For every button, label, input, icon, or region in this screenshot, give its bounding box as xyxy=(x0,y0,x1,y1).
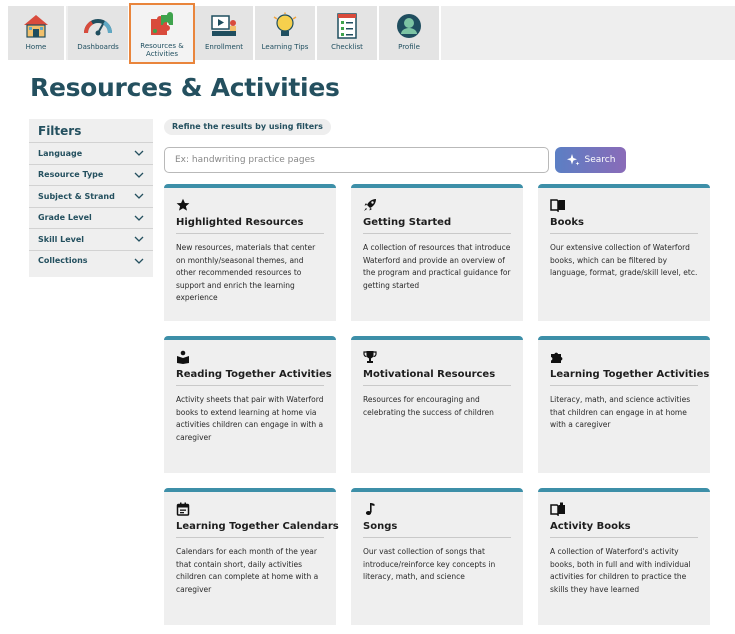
nav-item-enrollment[interactable]: Enrollment xyxy=(195,6,255,60)
filter-language[interactable]: Language xyxy=(29,142,153,164)
search-button-label: Search xyxy=(584,155,616,165)
nav-item-home[interactable]: Home xyxy=(8,6,66,60)
filter-label: Skill Level xyxy=(38,234,84,244)
filter-resource-type[interactable]: Resource Type xyxy=(29,163,153,186)
chevron-down-icon xyxy=(134,215,144,221)
card-motivational-resources[interactable]: Motivational Resources Resources for enc… xyxy=(351,336,523,473)
filters-panel: Filters Language Resource Type Subject &… xyxy=(29,119,153,277)
lightbulb-icon xyxy=(269,11,301,41)
nav-label: Profile xyxy=(398,43,420,51)
filter-subject-strand[interactable]: Subject & Strand xyxy=(29,185,153,207)
nav-item-learning-tips[interactable]: Learning Tips xyxy=(255,6,317,60)
card-learning-together-activities[interactable]: Learning Together Activities Literacy, m… xyxy=(538,336,710,473)
puzzle-icon xyxy=(146,10,178,40)
card-title: Getting Started xyxy=(363,217,511,234)
refine-hint: Refine the results by using filters xyxy=(164,119,331,135)
star-icon xyxy=(176,198,190,211)
card-description: Resources for encouraging and celebratin… xyxy=(363,395,494,417)
nav-item-checklist[interactable]: Checklist xyxy=(317,6,379,60)
card-title: Highlighted Resources xyxy=(176,217,324,234)
card-description: Activity sheets that pair with Waterford… xyxy=(176,395,324,442)
card-description: Literacy, math, and science activities t… xyxy=(550,395,691,429)
enrollment-icon xyxy=(208,11,240,41)
card-description: A collection of resources that introduce… xyxy=(363,243,511,290)
nav-item-profile[interactable]: Profile xyxy=(379,6,441,60)
card-title: Books xyxy=(550,217,698,234)
nav-label: Home xyxy=(25,43,47,51)
filter-label: Subject & Strand xyxy=(38,191,115,201)
card-title: Learning Together Calendars xyxy=(176,521,339,538)
chevron-down-icon xyxy=(134,236,144,243)
page-title: Resources & Activities xyxy=(30,73,340,102)
card-title: Learning Together Activities xyxy=(550,369,709,386)
card-activity-books[interactable]: Activity Books A collection of Waterford… xyxy=(538,488,710,625)
gauge-icon xyxy=(82,11,114,41)
filter-label: Language xyxy=(38,148,83,158)
filter-grade-level[interactable]: Grade Level xyxy=(29,206,153,229)
card-learning-together-calendars[interactable]: Learning Together Calendars Calendars fo… xyxy=(164,488,339,625)
nav-item-dashboards[interactable]: Dashboards xyxy=(68,6,130,60)
search-input[interactable] xyxy=(164,147,549,173)
card-title: Reading Together Activities xyxy=(176,369,332,386)
card-highlighted-resources[interactable]: Highlighted Resources New resources, mat… xyxy=(164,184,336,321)
card-title: Songs xyxy=(363,521,511,538)
profile-icon xyxy=(393,11,425,41)
search-button[interactable]: Search xyxy=(555,147,626,173)
filter-label: Resource Type xyxy=(38,170,104,180)
reading-icon xyxy=(177,350,189,364)
puzzle-piece-icon xyxy=(551,352,563,363)
card-songs[interactable]: Songs Our vast collection of songs that … xyxy=(351,488,523,625)
chevron-down-icon xyxy=(134,172,144,178)
card-getting-started[interactable]: Getting Started A collection of resource… xyxy=(351,184,523,321)
filter-label: Grade Level xyxy=(38,213,92,223)
sparkle-icon xyxy=(566,154,580,166)
top-nav: Home Dashboards Resources & Activities E… xyxy=(0,0,735,64)
chevron-down-icon xyxy=(134,150,144,157)
chevron-down-icon xyxy=(134,258,144,264)
card-description: Our vast collection of songs that introd… xyxy=(363,547,496,581)
card-description: New resources, materials that center on … xyxy=(176,243,316,302)
rocket-icon xyxy=(364,199,376,211)
filter-skill-level[interactable]: Skill Level xyxy=(29,228,153,250)
nav-label: Resources & Activities xyxy=(140,42,184,58)
checklist-icon xyxy=(331,11,363,41)
nav-label: Checklist xyxy=(331,43,363,51)
card-description: Our extensive collection of Waterford bo… xyxy=(550,243,698,277)
card-reading-together-activities[interactable]: Reading Together Activities Activity she… xyxy=(164,336,336,473)
filter-collections[interactable]: Collections xyxy=(29,249,153,272)
nav-label: Learning Tips xyxy=(261,43,309,51)
chevron-down-icon xyxy=(134,193,144,200)
card-description: Calendars for each month of the year tha… xyxy=(176,547,319,594)
activity-book-icon xyxy=(550,502,565,516)
nav-item-resources-activities[interactable]: Resources & Activities xyxy=(129,3,195,64)
card-title: Motivational Resources xyxy=(363,369,511,386)
filters-title: Filters xyxy=(38,124,82,138)
nav-label: Enrollment xyxy=(204,43,244,51)
nav-label: Dashboards xyxy=(77,43,119,51)
trophy-icon xyxy=(363,351,377,363)
music-note-icon xyxy=(365,503,375,515)
house-icon xyxy=(20,11,52,41)
card-books[interactable]: Books Our extensive collection of Waterf… xyxy=(538,184,710,321)
calendar-icon xyxy=(176,502,190,516)
card-title: Activity Books xyxy=(550,521,698,538)
card-description: A collection of Waterford's activity boo… xyxy=(550,547,691,594)
book-icon xyxy=(550,199,565,212)
filter-label: Collections xyxy=(38,256,88,266)
